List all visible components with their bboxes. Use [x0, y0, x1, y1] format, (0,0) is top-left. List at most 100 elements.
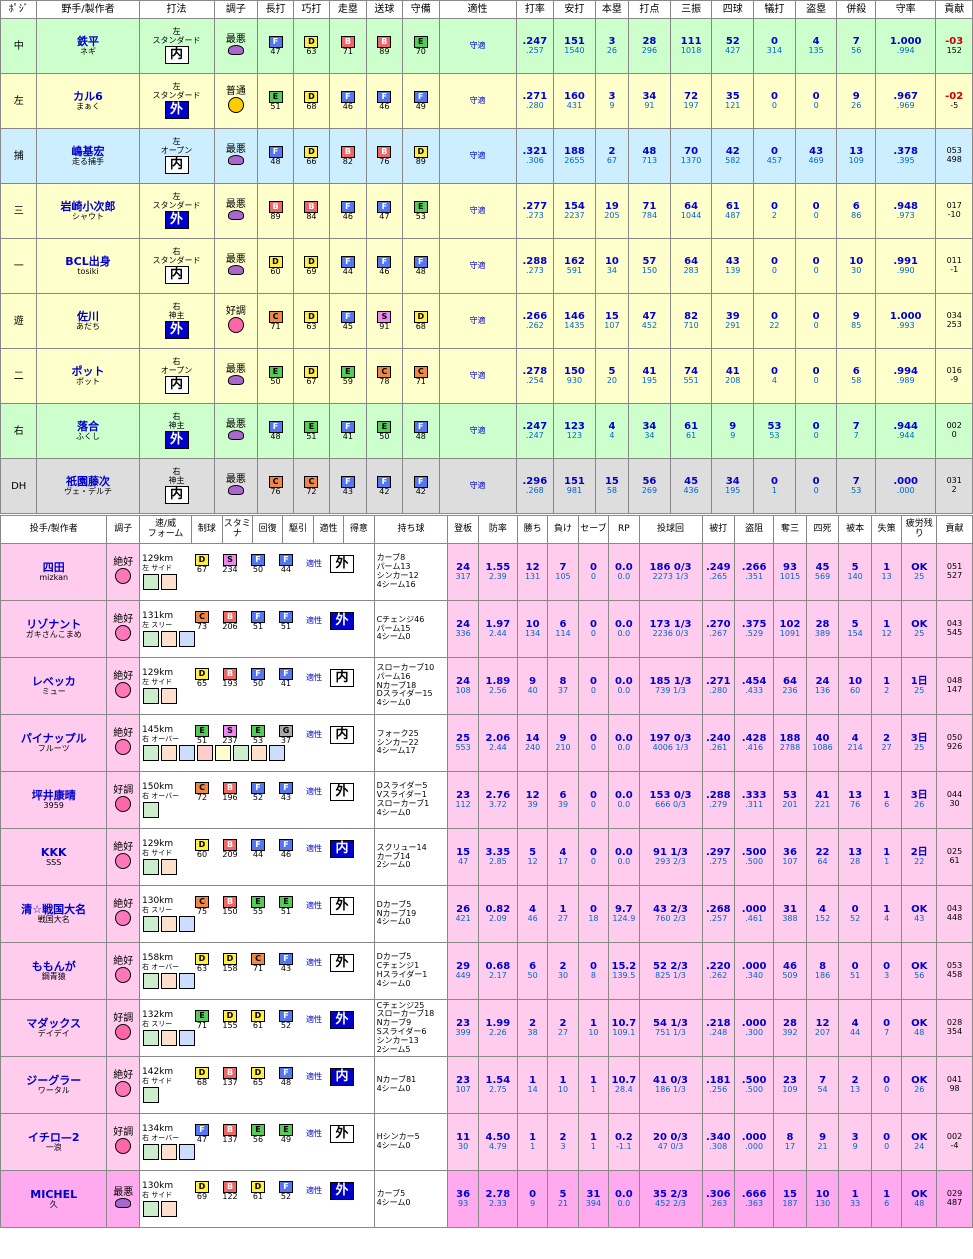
batter-row[interactable]: 遊佐川 あだち右神主外好調 C 71 D 63 F 45 S 91 D 68 守適 .266.262 146…: [0, 293, 973, 349]
pitcher-row[interactable]: レベッカ ミュー 絶好 129km 左 サイド D 65 B 193 F 50 F 41 適性内スローカー…: [0, 657, 973, 715]
grade-badge: F: [251, 781, 265, 794]
batting-style-cell: 右神主内: [138, 458, 215, 514]
batter-row[interactable]: 中鉄平 ネギ左スタンダード内最悪 F 47 D 63 B 71 B 89 E 70 守適 .247.257…: [0, 18, 973, 74]
batter-name[interactable]: 岩崎小次郎: [38, 200, 138, 213]
ability-value: 68: [306, 101, 317, 111]
stat-ip-career: 760 2/3: [655, 914, 686, 924]
stat-avg: .247.247: [515, 403, 555, 459]
grade-badge: E: [377, 420, 392, 433]
batter-row[interactable]: 捕嶋基宏 走る捕手左オープン内最悪 F 48 D 66 B 82 B 76 D 89 守適 .321.30…: [0, 128, 973, 184]
stat-bb-career: 139: [725, 266, 741, 276]
pitcher-header-cell: 負け: [547, 515, 579, 544]
pitcher-name-cell: 坪井康晴 3959: [0, 771, 108, 829]
stat-hr-career: 58: [606, 486, 618, 496]
pitcher-ability: F 52: [244, 781, 272, 803]
ability-cell: E 51: [257, 73, 294, 129]
stat-dp-career: 58: [851, 376, 862, 386]
ability-cell: B 76: [365, 128, 404, 184]
pitcher-ability: B 122: [216, 1180, 244, 1202]
stat-w: 5 12: [516, 828, 549, 886]
pitcher-row[interactable]: リゾナント ガキさんこまめ 絶好 131km 左 スリー C 73 B 206 F 51 F 51 適性外…: [0, 600, 973, 658]
stat-dp: 77: [836, 403, 876, 459]
batter-row[interactable]: 二ポット ポット右オープン内最悪 E 50 D 67 E 59 C 78 C 71 守適 .278.254…: [0, 348, 973, 404]
batter-name[interactable]: 佐川: [38, 310, 138, 323]
condition-face-icon: [115, 682, 132, 698]
pitcher-name[interactable]: 四田: [2, 561, 106, 574]
ability-value: 52: [280, 1191, 292, 1201]
stat-e: 12: [870, 657, 903, 715]
batter-row[interactable]: DH 祇園藤次 ヴェ・デルチ右神主内最悪 C 76 C 72 F 43 F 42 F 42 守適 .296.…: [0, 458, 973, 514]
stat-so-career: 710: [683, 321, 699, 331]
ability-value: 158: [222, 963, 238, 973]
ability-value: 72: [306, 486, 317, 496]
batter-name[interactable]: 落合: [38, 420, 138, 433]
pitcher-name[interactable]: イチロ—2: [2, 1131, 106, 1144]
ability-value: 43: [280, 963, 292, 973]
pitch-list-cell: カーブ8 パーム13 シンカー12 4シーム16: [373, 543, 449, 601]
pitcher-name[interactable]: 坪井康晴: [2, 789, 106, 802]
stat-era: 2.78 2.33: [477, 1170, 518, 1228]
pitcher-ability: F 51: [272, 610, 300, 632]
batter-row[interactable]: 一 BCL出身 tosiki 右スタンダード内最悪 D 60 D 69 F 44 F 46 F 48 守適.…: [0, 238, 973, 294]
pitcher-name[interactable]: 清☆戦国大名: [2, 903, 106, 916]
condition-cell: 絶好: [106, 714, 140, 772]
condition-label: 最悪: [113, 1187, 134, 1198]
ability-value: 137: [222, 1134, 238, 1144]
favor-cell: 外: [328, 611, 356, 630]
pitcher-name[interactable]: MICHEL: [2, 1188, 106, 1201]
batter-name[interactable]: BCL出身: [38, 255, 138, 268]
stat-w: 11: [516, 1113, 549, 1171]
position-cell: 三: [0, 183, 38, 239]
pitcher-row[interactable]: MICHEL 久最悪 130km 右 サイド D 69 B 122 D 61 F 52 適性外カーブ5 4…: [0, 1170, 973, 1228]
pitcher-name[interactable]: レベッカ: [2, 675, 106, 688]
pitcher-row[interactable]: 四田 mizkan 絶好 129km 左 サイド D 67 S 234 F 50 F 44 適性外カーブ8…: [0, 543, 973, 601]
batter-name[interactable]: 嶋基宏: [38, 145, 138, 158]
batter-row[interactable]: 左カル6 まぁく左スタンダード外普通 E 51 D 68 F 46 F 46 F 49 守適 .271.2…: [0, 73, 973, 129]
stat-e: 07: [870, 999, 903, 1057]
ability-value: 51: [196, 735, 208, 745]
pitcher-row[interactable]: マダックス デイデイ 好調 132km 右 スリー E 71 D 155 D 61 F 52 適性外 Cチェ…: [0, 999, 973, 1057]
grade-badge: F: [340, 310, 355, 323]
stat-w-career: 240: [524, 743, 541, 753]
batter-row[interactable]: 右落合 ふくし右神主外最悪 F 48 E 51 F 41 E 50 F 48 守適 .247.247 123…: [0, 403, 973, 459]
pitcher-row[interactable]: ジーグラー ワータル 絶好 142km 右 サイド D 68 B 137 D 65 F 48 適性内 Nカー…: [0, 1056, 973, 1114]
pitcher-header-cell: スタミナ: [221, 515, 253, 544]
stat-so-career: 61: [686, 431, 697, 441]
pitcher-row[interactable]: KKK SSS 絶好 129km 右 サイド D 60 B 209 F 44 F 46 適性内スクリュー1…: [0, 828, 973, 886]
stat-k-career: 2788: [779, 743, 801, 753]
batter-row[interactable]: 三岩崎小次郎 シャウト左スタンダード外最悪 B 89 B 84 F 46 F 47 E 53 守適 .27…: [0, 183, 973, 239]
batter-header-cell: 走塁: [329, 0, 367, 19]
ability-cell: F 46: [365, 238, 404, 294]
pitcher-row[interactable]: パイナップル フルーツ 絶好 145km 右 オーバー E 51 S 237 E 53 G 37 適性内フ…: [0, 714, 973, 772]
stat-g-career: 112: [455, 800, 471, 810]
pitcher-name[interactable]: リゾナント: [2, 618, 106, 631]
stat-ha: .306.263: [701, 1170, 736, 1228]
pitcher-name[interactable]: KKK: [2, 846, 106, 859]
stat-g: 15 47: [447, 828, 479, 886]
batting-style-cell: 右オープン内: [138, 348, 215, 404]
favor-cell: 外: [328, 782, 356, 801]
ability-value: 67: [306, 376, 317, 386]
stat-rp: 0.0 0.0: [608, 714, 640, 772]
pitcher-name[interactable]: ももんが: [2, 960, 106, 973]
batter-name[interactable]: カル6: [38, 90, 138, 103]
pitcher-row[interactable]: 坪井康晴 3959 好調 150km 右 オーバー C 72 B 196 F 52 F 43 適性外 Dスラ…: [0, 771, 973, 829]
pitcher-row[interactable]: ももんが 鋼青猿 絶好 158km 右 オーバー D 63 D 158 C 71 F 43 適性外 Dカーブ…: [0, 942, 973, 1000]
pitch-form: 右 サイド: [142, 1077, 173, 1086]
pitch-type: 4シーム0: [376, 698, 411, 708]
batter-name[interactable]: 祇園藤次: [38, 475, 138, 488]
grade-badge: D: [195, 838, 209, 851]
pitcher-row[interactable]: イチロ—2 一浪 好調 134km 右 オーバー F 47 B 137 E 56 E 49 適性外 Hシンカ…: [0, 1113, 973, 1171]
stat-bb-career: 54: [817, 1085, 828, 1095]
pitcher-name[interactable]: マダックス: [2, 1017, 106, 1030]
favor-cell: 外: [328, 1124, 356, 1143]
pitcher-name[interactable]: パイナップル: [2, 732, 106, 745]
grade-badge: F: [279, 667, 293, 680]
batter-header-cell: 貢献: [935, 0, 973, 19]
pitcher-name[interactable]: ジーグラー: [2, 1074, 106, 1087]
batter-name[interactable]: 鉄平: [38, 35, 138, 48]
pitcher-row[interactable]: 清☆戦国大名 戦国大名 絶好 130km 右 スリー C 75 B 150 E 55 E 51 適性外 Dカ…: [0, 885, 973, 943]
grade-badge: C: [304, 475, 319, 488]
aptitude-cell: 守適: [438, 128, 517, 184]
batter-name[interactable]: ポット: [38, 365, 138, 378]
